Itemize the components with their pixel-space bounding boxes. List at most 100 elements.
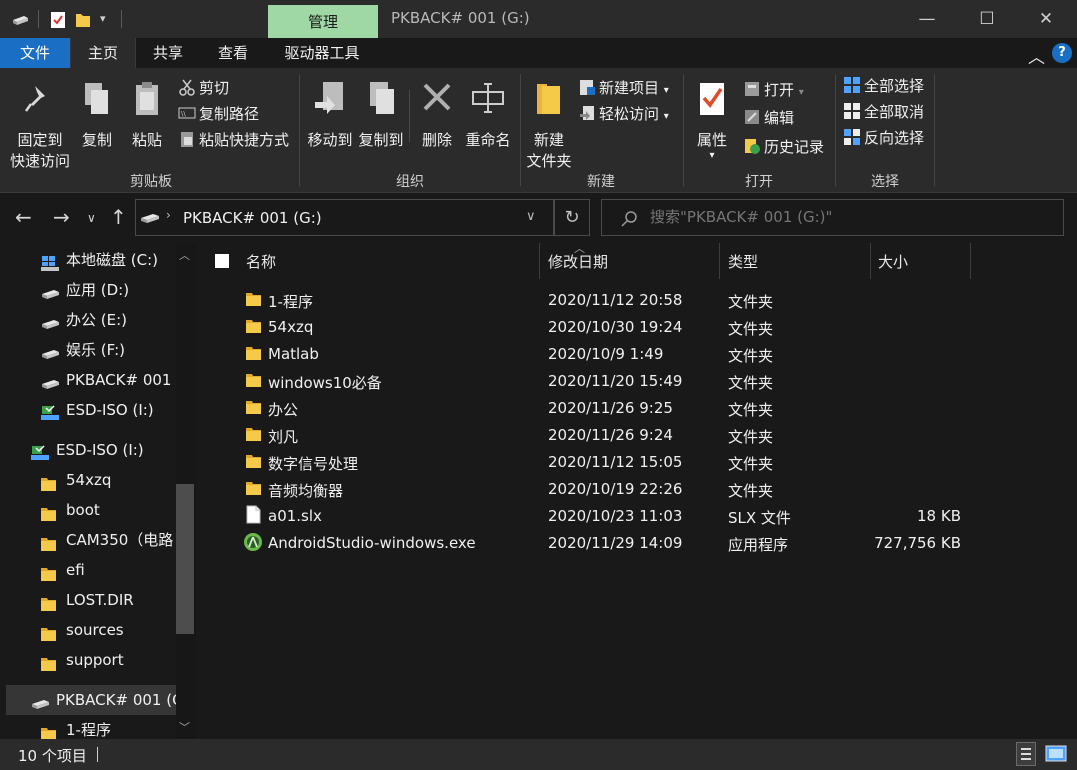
details-view-button[interactable] [1016, 742, 1036, 766]
refresh-button[interactable]: ↻ [554, 199, 590, 236]
customize-toolbar-icon[interactable]: ▾ [100, 12, 112, 32]
invert-selection-button[interactable]: 反向选择 [843, 128, 924, 148]
file-row[interactable]: a01.slx 2020/10/23 11:03 SLX 文件 18 KB [198, 503, 1077, 530]
properties-icon[interactable] [49, 10, 67, 30]
divider[interactable] [970, 243, 971, 279]
sidebar-item[interactable]: ESD-ISO (I:) [0, 395, 176, 425]
sidebar-item[interactable]: 54xzq [0, 465, 176, 495]
file-row[interactable]: windows10必备 2020/11/20 15:49 文件夹 [198, 368, 1077, 395]
delete-button[interactable]: 删除 [418, 80, 456, 151]
paste-label: 粘贴 [131, 131, 162, 149]
maximize-button[interactable]: ☐ [957, 0, 1017, 38]
column-header-size[interactable]: 大小 [878, 251, 908, 272]
file-row[interactable]: 办公 2020/11/26 9:25 文件夹 [198, 395, 1077, 422]
cut-label: 剪切 [199, 79, 230, 97]
sidebar-item[interactable]: PKBACK# 001 (G [6, 685, 184, 715]
select-none-button[interactable]: 全部取消 [843, 102, 924, 122]
file-type: 文件夹 [728, 374, 774, 392]
paste-button[interactable]: 粘贴 [128, 80, 166, 151]
tab-manage[interactable]: 管理 [268, 5, 378, 38]
move-to-button[interactable]: 移动到 [306, 80, 354, 151]
tab-view[interactable]: 查看 [200, 38, 266, 68]
pin-to-quick-access-button[interactable]: 固定到 快速访问 [4, 80, 76, 172]
new-folder-button[interactable]: 新建 文件夹 [524, 80, 574, 172]
scroll-up-icon[interactable]: ︿ [179, 247, 190, 263]
scroll-down-icon[interactable]: ﹀ [179, 719, 190, 735]
file-modified: 2020/11/26 9:24 [548, 426, 673, 444]
close-button[interactable]: ✕ [1016, 0, 1076, 38]
sidebar-item[interactable]: CAM350（电路 [0, 525, 176, 555]
breadcrumb-chevron-icon[interactable]: › [166, 208, 171, 222]
open-button[interactable]: 打开 ▾ [743, 80, 804, 103]
sidebar-item[interactable]: support [0, 645, 176, 675]
address-bar[interactable]: › PKBACK# 001 (G:) ∨ [135, 199, 554, 236]
select-all-checkbox[interactable] [215, 254, 229, 268]
sidebar-item[interactable]: boot [0, 495, 176, 525]
refresh-icon: ↻ [564, 207, 580, 228]
tab-share[interactable]: 共享 [136, 38, 200, 68]
paste-shortcut-button[interactable]: 粘贴快捷方式 [178, 130, 289, 150]
copy-to-button[interactable]: 复制到 [357, 80, 405, 151]
column-header-modified[interactable]: 修改日期 [548, 251, 608, 272]
scissors-icon [179, 79, 195, 96]
sidebar-scroll-thumb[interactable] [176, 484, 194, 634]
drive-icon [40, 342, 59, 359]
rename-button[interactable]: 重命名 [462, 80, 514, 151]
sidebar-item[interactable]: ESD-ISO (I:) [0, 435, 176, 465]
sidebar-item[interactable]: 办公 (E:) [0, 305, 176, 335]
file-row[interactable]: AndroidStudio-windows.exe 2020/11/29 14:0… [198, 530, 1077, 557]
edit-button[interactable]: 编辑 [743, 108, 794, 128]
select-all-label: 全部选择 [864, 77, 925, 95]
file-row[interactable]: 数字信号处理 2020/11/12 15:05 文件夹 [198, 449, 1077, 476]
address-dropdown-icon[interactable]: ∨ [526, 209, 536, 224]
copy-button[interactable]: 复制 [78, 80, 116, 151]
minimize-button[interactable]: — [897, 0, 957, 38]
copy-path-button[interactable]: \\ 复制路径 [178, 104, 259, 124]
new-item-button[interactable]: 新建项目 ▾ [578, 78, 669, 101]
back-icon[interactable]: ← [15, 205, 32, 229]
divider[interactable] [870, 243, 871, 279]
file-row[interactable]: 音频均衡器 2020/10/19 22:26 文件夹 [198, 476, 1077, 503]
drive-icon[interactable] [10, 10, 30, 30]
file-row[interactable]: 1-程序 2020/11/12 20:58 文件夹 [198, 287, 1077, 314]
sidebar-item[interactable]: 娱乐 (F:) [0, 335, 176, 365]
collapse-ribbon-icon[interactable]: ︿ [1028, 43, 1045, 68]
easy-access-button[interactable]: 轻松访问 ▾ [578, 104, 669, 127]
new-folder-icon[interactable] [74, 10, 92, 30]
up-icon[interactable]: ↑ [110, 205, 127, 229]
tab-file[interactable]: 文件 [0, 38, 70, 68]
select-all-button[interactable]: 全部选择 [843, 76, 924, 96]
search-input[interactable] [650, 208, 1050, 226]
divider[interactable] [719, 243, 720, 279]
history-button[interactable]: 历史记录 [743, 137, 824, 157]
sidebar-item[interactable]: PKBACK# 001 ( [0, 365, 182, 395]
dropdown-icon: ▾ [709, 150, 715, 161]
divider[interactable] [539, 243, 540, 279]
sidebar-item[interactable]: LOST.DIR [0, 585, 176, 615]
column-header-type[interactable]: 类型 [728, 251, 758, 272]
search-box[interactable] [601, 199, 1064, 236]
address-path[interactable]: PKBACK# 001 (G:) [183, 209, 322, 227]
sidebar-item[interactable]: 应用 (D:) [0, 275, 176, 305]
tab-drive-tools[interactable]: 驱动器工具 [266, 38, 378, 68]
delete-label: 删除 [421, 131, 452, 149]
file-row[interactable]: 刘凡 2020/11/26 9:24 文件夹 [198, 422, 1077, 449]
recent-locations-icon[interactable]: ∨ [87, 211, 96, 225]
sidebar-item[interactable]: 1-程序 [0, 715, 176, 739]
large-icons-view-button[interactable] [1045, 744, 1067, 764]
sidebar-item[interactable]: 本地磁盘 (C:) [0, 245, 176, 275]
tab-home[interactable]: 主页 [70, 38, 136, 68]
sidebar-item[interactable]: efi [0, 555, 176, 585]
file-row[interactable]: 54xzq 2020/10/30 19:24 文件夹 [198, 314, 1077, 341]
column-header-name[interactable]: 名称 [246, 251, 276, 272]
properties-button[interactable]: 属性 ▾ [690, 80, 734, 161]
sidebar-item[interactable]: sources [0, 615, 176, 645]
forward-icon[interactable]: → [53, 205, 70, 229]
copy-label: 复制 [81, 131, 112, 149]
file-name: 1-程序 [268, 293, 313, 311]
cut-button[interactable]: 剪切 [178, 78, 229, 98]
large-icons-view-icon [1045, 745, 1067, 762]
file-row[interactable]: Matlab 2020/10/9 1:49 文件夹 [198, 341, 1077, 368]
title-bar: ▾ 管理 PKBACK# 001 (G:) — ☐ ✕ [0, 0, 1077, 38]
help-icon[interactable]: ? [1052, 43, 1072, 63]
